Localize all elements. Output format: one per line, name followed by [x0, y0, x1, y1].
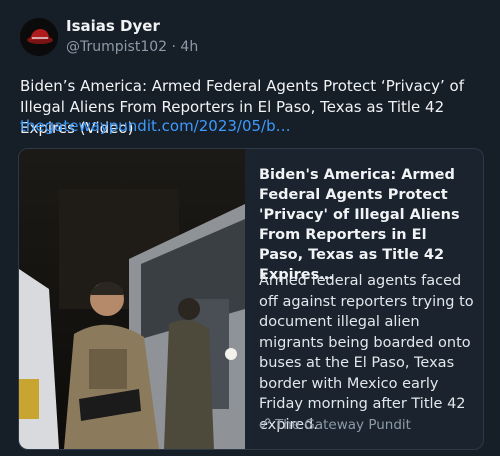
- link-preview-card[interactable]: Biden's America: Armed Federal Agents Pr…: [18, 148, 484, 450]
- card-source: The Gateway Pundit: [259, 417, 411, 433]
- hat-avatar-icon: [20, 18, 58, 56]
- post-meta: @Trumpist102 · 4h: [66, 39, 198, 55]
- card-title[interactable]: Biden's America: Armed Federal Agents Pr…: [259, 165, 473, 285]
- author-display-name[interactable]: Isaias Dyer: [66, 17, 160, 35]
- author-avatar[interactable]: [20, 18, 58, 56]
- post-timestamp[interactable]: 4h: [180, 39, 198, 55]
- meta-separator: ·: [171, 39, 176, 55]
- card-description: Armed federal agents faced off against r…: [259, 273, 474, 433]
- card-thumbnail-image: [19, 149, 245, 449]
- post-link[interactable]: thegatewaypundit.com/2023/05/b…: [20, 117, 291, 135]
- author-handle[interactable]: @Trumpist102: [66, 39, 167, 55]
- card-source-name: The Gateway Pundit: [275, 417, 411, 433]
- link-icon: [259, 417, 271, 433]
